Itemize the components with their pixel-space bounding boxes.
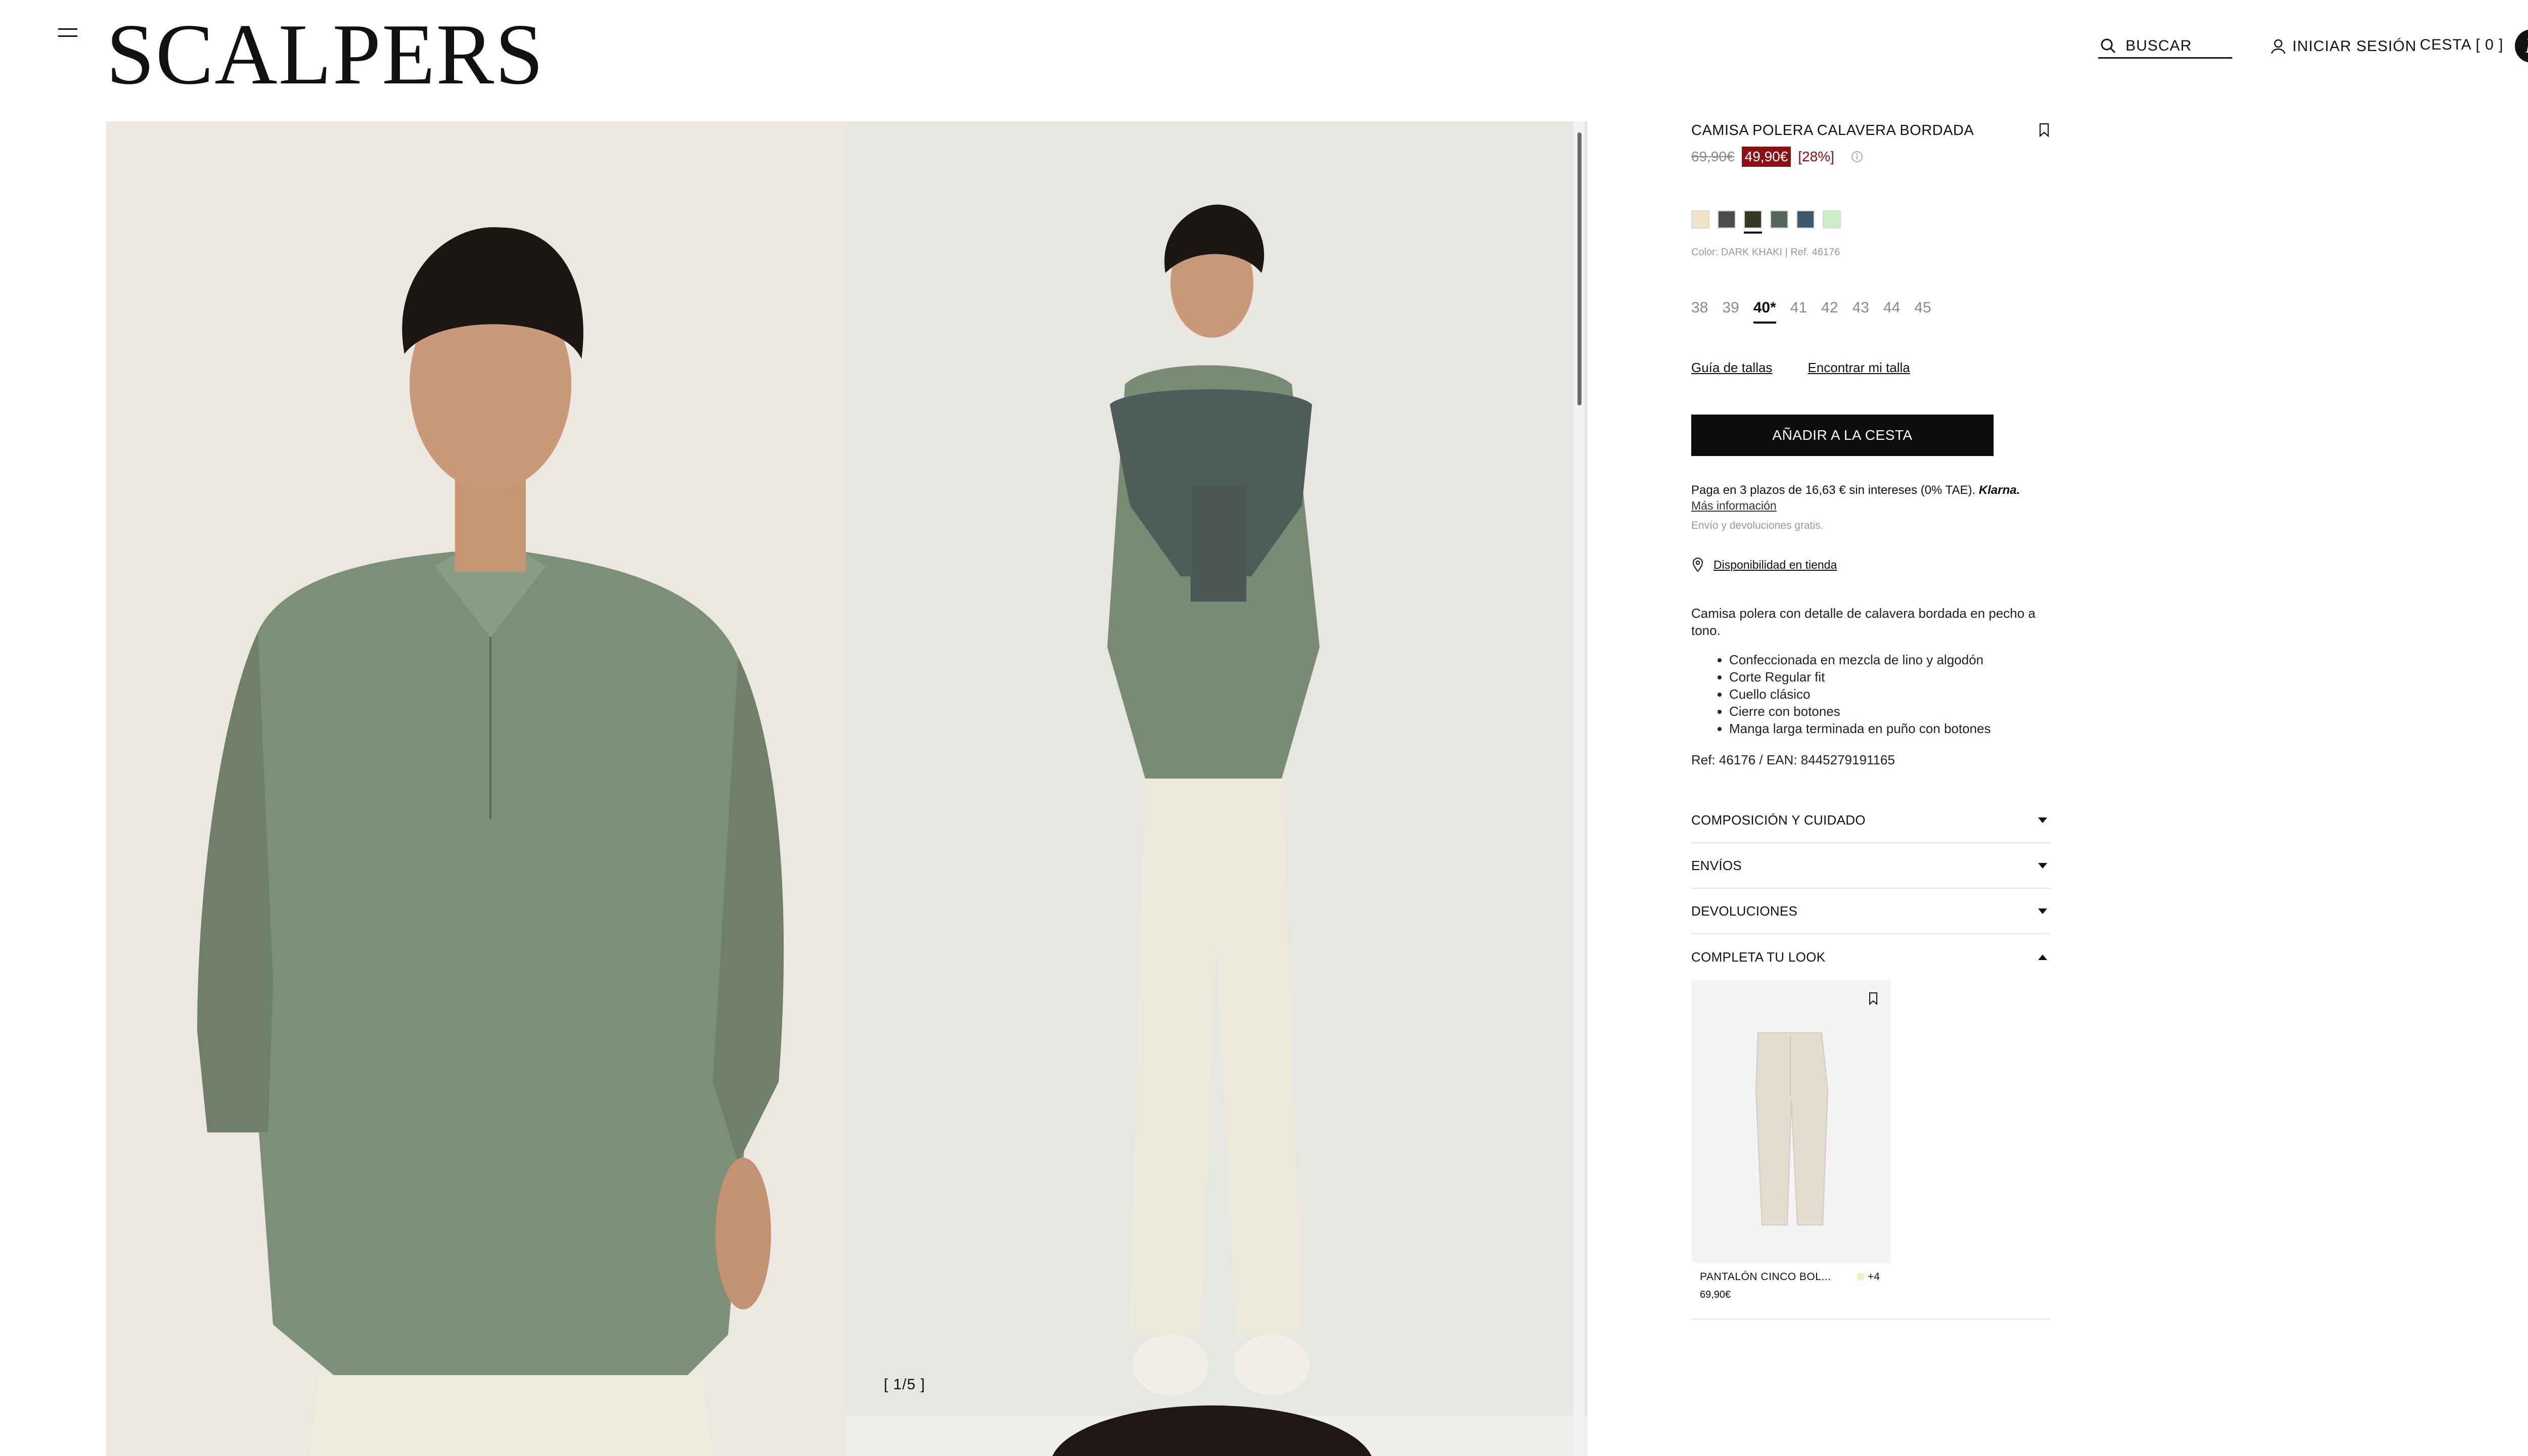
add-to-cart-button[interactable]: AÑADIR A LA CESTA [1691, 415, 1994, 456]
find-size-link[interactable]: Encontrar mi talla [1808, 360, 1910, 376]
brand-badge-letter: B [2525, 36, 2528, 56]
size-links: Guía de tallas Encontrar mi talla [1691, 360, 1946, 376]
accordion-composition[interactable]: COMPOSICIÓN Y CUIDADO [1691, 798, 2050, 843]
feature-item: Corte Regular fit [1729, 668, 1991, 686]
accordion-returns-label: DEVOLUCIONES [1691, 903, 1798, 919]
size-guide-link[interactable]: Guía de tallas [1691, 360, 1772, 376]
size-option[interactable]: 41 [1790, 299, 1807, 316]
feature-item: Manga larga terminada en puño con botone… [1729, 720, 1991, 737]
feature-item: Cuello clásico [1729, 686, 1991, 703]
price-discount: [28%] [1798, 149, 1834, 164]
product-title: CAMISA POLERA CALAVERA BORDADA [1691, 122, 1974, 139]
look-more-colors[interactable]: +4 [1868, 1271, 1880, 1283]
product-photo-front [106, 121, 847, 1456]
chevron-down-icon [2038, 817, 2047, 823]
chevron-up-icon [2038, 954, 2047, 960]
color-swatch[interactable] [1823, 210, 1841, 229]
bookmark-icon[interactable] [2038, 122, 2050, 138]
klarna-more-info-link[interactable]: Más información [1691, 499, 1777, 513]
image-counter: [ 1/5 ] [884, 1376, 926, 1393]
location-pin-icon [1692, 557, 1703, 572]
search-field[interactable]: BUSCAR [2098, 34, 2232, 59]
look-product-image [1755, 1032, 1829, 1225]
chevron-down-icon [2038, 908, 2047, 914]
size-option[interactable]: 38 [1691, 299, 1708, 316]
feature-item: Cierre con botones [1729, 703, 1991, 720]
color-swatches [1691, 210, 1849, 234]
store-availability-link[interactable]: Disponibilidad en tienda [1691, 557, 1837, 572]
cart-link[interactable]: CESTA [ 0 ] [2420, 36, 2504, 54]
hamburger-menu-icon[interactable] [58, 28, 77, 39]
product-photo-full-body [847, 121, 1588, 1456]
price-sale: 49,90€ [1741, 147, 1791, 167]
product-ean: Ref: 46176 / EAN: 8445279191165 [1691, 752, 1895, 767]
color-swatch[interactable] [1770, 210, 1788, 229]
price-original: 69,90€ [1691, 149, 1735, 164]
info-icon[interactable] [1850, 150, 1864, 163]
feature-item: Confeccionada en mezcla de lino y algodó… [1729, 651, 1991, 668]
color-swatch[interactable] [1691, 210, 1709, 229]
search-label: BUSCAR [2126, 37, 2192, 54]
search-icon [2101, 38, 2116, 53]
accordion-composition-label: COMPOSICIÓN Y CUIDADO [1691, 812, 1866, 828]
look-product-name[interactable]: PANTALÓN CINCO BOL... [1700, 1271, 1831, 1283]
accordion-shipping-label: ENVÍOS [1691, 857, 1742, 873]
color-swatch[interactable] [1796, 210, 1815, 229]
look-color-dot[interactable] [1857, 1272, 1865, 1281]
shipping-note: Envío y devoluciones gratis. [1691, 520, 1824, 531]
accordion-complete-look[interactable]: COMPLETA TU LOOK [1691, 934, 2050, 980]
product-description: Camisa polera con detalle de calavera bo… [1691, 606, 2036, 638]
logo[interactable]: SCALPERS [106, 11, 545, 98]
user-icon [2271, 39, 2286, 54]
chevron-down-icon [2038, 862, 2047, 869]
color-reference: Color: DARK KHAKI | Ref. 46176 [1691, 247, 1840, 258]
accordion-shipping[interactable]: ENVÍOS [1691, 843, 2050, 889]
divider [1691, 1318, 2050, 1320]
bookmark-icon[interactable] [1868, 992, 1878, 1005]
look-product-card[interactable] [1691, 980, 1891, 1263]
login-link[interactable]: INICIAR SESIÓN [2269, 35, 2417, 58]
size-option[interactable]: 45 [1914, 299, 1931, 316]
accordion-returns[interactable]: DEVOLUCIONES [1691, 889, 2050, 934]
size-option[interactable]: 40* [1753, 299, 1776, 324]
klarna-brand: Klarna. [1978, 483, 2020, 497]
product-gallery[interactable] [106, 121, 1588, 1456]
brand-badge[interactable]: B [2515, 29, 2528, 63]
color-swatch[interactable] [1744, 210, 1762, 234]
size-selector: 38 39 40* 41 42 43 44 45 [1691, 299, 1946, 324]
klarna-text: Paga en 3 plazos de 16,63 € sin interese… [1691, 483, 1976, 497]
look-product-price: 69,90€ [1700, 1289, 1731, 1300]
color-swatch[interactable] [1718, 210, 1736, 229]
accordion-look-label: COMPLETA TU LOOK [1691, 949, 1826, 965]
store-availability-label: Disponibilidad en tienda [1713, 558, 1837, 571]
gallery-scrollbar[interactable] [1577, 132, 1582, 405]
price-row: 69,90€ 49,90€ [28%] [1691, 147, 1864, 167]
size-option[interactable]: 42 [1821, 299, 1838, 316]
size-option[interactable]: 39 [1722, 299, 1739, 316]
size-option[interactable]: 43 [1853, 299, 1869, 316]
klarna-info: Paga en 3 plazos de 16,63 € sin interese… [1691, 483, 2020, 497]
feature-list: Confeccionada en mezcla de lino y algodó… [1729, 651, 1991, 737]
login-label: INICIAR SESIÓN [2292, 38, 2417, 55]
size-option[interactable]: 44 [1883, 299, 1900, 316]
